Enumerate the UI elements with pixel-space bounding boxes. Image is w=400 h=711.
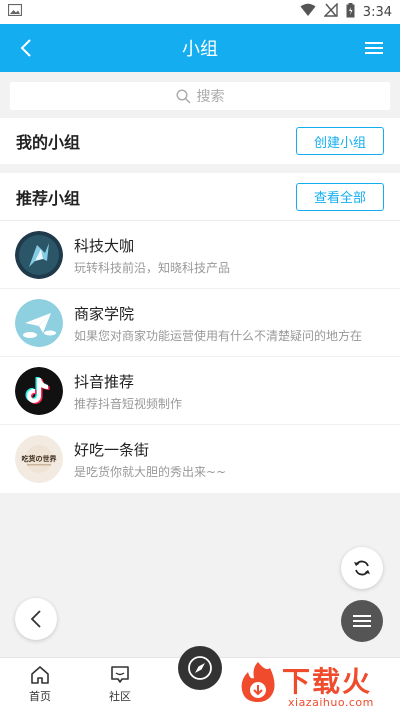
wifi-icon [300, 3, 316, 21]
search-icon [175, 88, 191, 104]
group-list: 科技大咖 玩转科技前沿，知晓科技产品 商家学院 如果您对商家功能运营使用有什么不… [0, 221, 400, 493]
create-group-button[interactable]: 创建小组 [296, 127, 384, 155]
app-bar: 小组 [0, 24, 400, 72]
food-logo-text: 吃货の世界 [22, 454, 58, 463]
chevron-left-icon [30, 610, 41, 628]
float-menu-button[interactable] [341, 600, 383, 642]
status-time: 3:34 [362, 4, 392, 20]
list-item[interactable]: 吃货の世界 好吃一条街 是吃货你就大胆的秀出来~~ [0, 425, 400, 493]
group-description: 如果您对商家功能运营使用有什么不清楚疑问的地方在 [74, 329, 363, 343]
list-item[interactable]: 科技大咖 玩转科技前沿，知晓科技产品 [0, 221, 400, 289]
compass-icon [188, 656, 212, 680]
recommended-groups-title: 推荐小组 [16, 188, 81, 208]
nav-community-label: 社区 [109, 690, 131, 703]
list-item[interactable]: 商家学院 如果您对商家功能运营使用有什么不清楚疑问的地方在 [0, 289, 400, 357]
group-avatar-merchant [15, 299, 63, 347]
nav-home[interactable]: 首页 [15, 664, 65, 704]
refresh-button[interactable] [341, 547, 383, 589]
menu-button[interactable] [358, 32, 390, 64]
watermark-url: xiazaihuo.com [288, 696, 374, 709]
group-description: 推荐抖音短视频制作 [74, 397, 183, 411]
discover-button[interactable] [178, 646, 222, 690]
battery-icon [346, 2, 355, 22]
group-avatar-tech [15, 231, 63, 279]
chevron-left-icon [20, 39, 31, 57]
chat-icon [111, 666, 129, 683]
recommended-groups-section: 推荐小组 查看全部 [0, 173, 400, 221]
hamburger-icon [353, 615, 371, 627]
group-name: 科技大咖 [74, 237, 135, 255]
status-bar: 3:34 [0, 0, 400, 24]
refresh-icon [354, 560, 370, 576]
group-avatar-food: 吃货の世界 [15, 435, 63, 483]
group-name: 好吃一条街 [74, 441, 150, 459]
image-icon [7, 3, 23, 20]
hamburger-icon [365, 42, 383, 54]
my-groups-section: 我的小组 创建小组 [0, 118, 400, 164]
search-bar: 搜索 [0, 72, 400, 118]
view-all-button[interactable]: 查看全部 [296, 182, 384, 211]
no-signal-icon [323, 2, 338, 21]
search-input[interactable]: 搜索 [10, 82, 390, 110]
page-title: 小组 [182, 39, 218, 60]
list-item[interactable]: 抖音推荐 推荐抖音短视频制作 [0, 357, 400, 425]
nav-community[interactable]: 社区 [95, 664, 145, 704]
fire-logo-icon [241, 662, 275, 702]
group-description: 是吃货你就大胆的秀出来~~ [74, 465, 227, 479]
watermark: 下载火 xiazaihuo.com [236, 660, 396, 710]
nav-home-label: 首页 [29, 690, 51, 703]
group-avatar-douyin [15, 367, 63, 415]
group-description: 玩转科技前沿，知晓科技产品 [74, 261, 231, 275]
watermark-brand: 下载火 [282, 665, 373, 698]
search-placeholder: 搜索 [196, 89, 225, 105]
group-name: 商家学院 [74, 305, 135, 323]
float-back-button[interactable] [15, 598, 57, 640]
home-icon [31, 666, 49, 684]
back-button[interactable] [10, 32, 42, 64]
group-name: 抖音推荐 [74, 373, 135, 391]
my-groups-title: 我的小组 [16, 133, 81, 152]
